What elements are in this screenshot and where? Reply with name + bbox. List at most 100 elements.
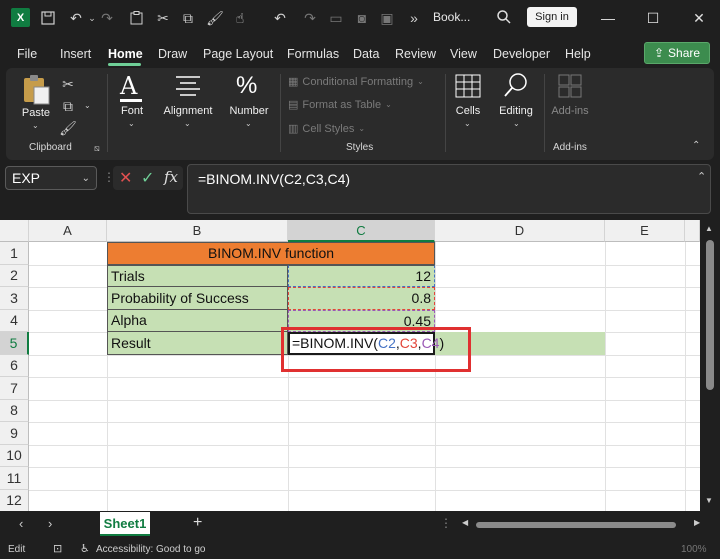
- scroll-down-icon[interactable]: ▼: [705, 496, 713, 505]
- save-icon[interactable]: [38, 8, 58, 28]
- title-bar: X ↶ ⌄ ↷ ✂ ⧉ 🖌 ☝ ↶ ↷ ▭ ◙ ▣ » Book... Sign…: [0, 0, 720, 36]
- cell-b4[interactable]: Alpha: [107, 309, 288, 332]
- paste-button[interactable]: Paste ⌄: [20, 74, 52, 130]
- tab-file[interactable]: File: [17, 47, 37, 61]
- row-header-1[interactable]: 1: [0, 242, 29, 265]
- row-header-12[interactable]: 12: [0, 489, 29, 511]
- tab-page-layout[interactable]: Page Layout: [203, 47, 273, 61]
- name-box[interactable]: EXP ⌄: [5, 166, 97, 190]
- tab-draw[interactable]: Draw: [158, 47, 187, 61]
- font-dropdown-icon: ⌄: [128, 119, 135, 128]
- clipboard-icon[interactable]: [126, 8, 146, 28]
- select-all-corner[interactable]: [0, 220, 29, 242]
- prev-sheet-icon[interactable]: ‹: [19, 516, 23, 531]
- minimize-icon[interactable]: —: [600, 10, 616, 26]
- tab-help[interactable]: Help: [565, 47, 591, 61]
- cut-icon[interactable]: ✂: [153, 8, 173, 28]
- search-icon[interactable]: [496, 9, 512, 30]
- touch-mode-icon[interactable]: ☝: [230, 8, 250, 28]
- sheet-tab-sheet1[interactable]: Sheet1: [100, 512, 150, 536]
- redo-icon-2[interactable]: ↷: [300, 8, 320, 28]
- row-header-11[interactable]: 11: [0, 467, 29, 490]
- vertical-scroll-thumb[interactable]: [706, 240, 714, 390]
- new-sheet-icon[interactable]: ▭: [326, 8, 346, 28]
- column-header-a[interactable]: A: [29, 220, 107, 242]
- tab-review[interactable]: Review: [395, 47, 436, 61]
- tab-data[interactable]: Data: [353, 47, 379, 61]
- copy-icon[interactable]: ⧉: [178, 8, 198, 28]
- format-painter-icon-ribbon[interactable]: 🖌: [58, 118, 78, 138]
- row-header-2[interactable]: 2: [0, 264, 29, 287]
- conditional-formatting-button[interactable]: ▦ Conditional Formatting ⌄: [288, 75, 424, 89]
- cut-icon-ribbon[interactable]: ✂: [58, 74, 78, 94]
- tab-formulas[interactable]: Formulas: [287, 47, 339, 61]
- row-header-4[interactable]: 4: [0, 309, 29, 332]
- accessibility-status[interactable]: Accessibility: Good to go: [96, 544, 206, 555]
- tab-view[interactable]: View: [450, 47, 477, 61]
- row-header-6[interactable]: 6: [0, 354, 29, 377]
- tab-insert[interactable]: Insert: [60, 47, 91, 61]
- ribbon-separator: [280, 74, 281, 152]
- tab-home[interactable]: Home: [108, 47, 143, 61]
- collapse-ribbon-icon[interactable]: ⌃: [692, 140, 700, 151]
- zoom-level[interactable]: 100%: [681, 544, 707, 555]
- column-header-c[interactable]: C: [288, 220, 435, 242]
- next-sheet-icon[interactable]: ›: [48, 516, 52, 531]
- scroll-right-icon[interactable]: ▶: [694, 518, 700, 527]
- row-header-8[interactable]: 8: [0, 399, 29, 422]
- clipboard-launcher-icon[interactable]: ⧅: [94, 143, 100, 154]
- paste-label: Paste: [21, 107, 51, 119]
- add-ins-button[interactable]: Add-ins: [548, 72, 592, 132]
- horizontal-scroll-thumb[interactable]: [476, 522, 676, 528]
- scroll-left-icon[interactable]: ◀: [462, 518, 468, 527]
- column-header-d[interactable]: D: [435, 220, 605, 242]
- row-header-9[interactable]: 9: [0, 422, 29, 445]
- ribbon-separator: [445, 74, 446, 152]
- sign-in-button[interactable]: Sign in: [527, 7, 577, 27]
- formula-input[interactable]: =BINOM.INV(C2,C3,C4): [187, 164, 711, 214]
- alignment-button[interactable]: Alignment ⌄: [160, 72, 216, 132]
- row-header-10[interactable]: 10: [0, 444, 29, 467]
- overflow-icon[interactable]: »: [404, 8, 424, 28]
- font-button[interactable]: A Font ⌄: [114, 72, 150, 132]
- editing-button[interactable]: Editing ⌄: [494, 72, 538, 132]
- undo-icon-2[interactable]: ↶: [270, 8, 290, 28]
- cell-b2[interactable]: Trials: [107, 264, 288, 287]
- insert-function-icon[interactable]: fx: [164, 168, 178, 186]
- tab-developer[interactable]: Developer: [493, 47, 550, 61]
- worksheet-grid[interactable]: A B C D E 1 2 3 4 5 6 7 8 9 10 11 12 BIN…: [0, 220, 700, 511]
- cell-styles-button[interactable]: ▥ Cell Styles ⌄: [288, 122, 365, 136]
- number-button[interactable]: % Number ⌄: [226, 72, 272, 132]
- add-ins-group-label: Add-ins: [553, 142, 587, 153]
- tab-split-handle-icon[interactable]: ⋮: [440, 516, 452, 530]
- close-icon[interactable]: ✕: [691, 10, 707, 26]
- redo-icon[interactable]: ↷: [97, 8, 117, 28]
- copy-icon-ribbon[interactable]: ⧉: [58, 96, 78, 116]
- share-button[interactable]: ⇪ Share: [644, 42, 710, 64]
- row-header-7[interactable]: 7: [0, 377, 29, 400]
- maximize-icon[interactable]: ☐: [645, 10, 661, 26]
- cancel-icon[interactable]: ✕: [119, 168, 132, 188]
- column-header-e[interactable]: E: [605, 220, 685, 242]
- column-header-b[interactable]: B: [107, 220, 288, 242]
- styles-group-label: Styles: [346, 142, 374, 153]
- camera-icon[interactable]: ◙: [352, 8, 372, 28]
- copy-dropdown-icon[interactable]: ⌄: [84, 101, 91, 110]
- format-painter-icon[interactable]: 🖌: [205, 8, 225, 28]
- cell-b3[interactable]: Probability of Success: [107, 287, 288, 310]
- add-sheet-button[interactable]: +: [193, 514, 202, 532]
- macro-record-icon[interactable]: ⊡: [53, 542, 62, 555]
- screenshot-icon[interactable]: ▣: [377, 8, 397, 28]
- cell-c3[interactable]: 0.8: [288, 287, 435, 310]
- row-header-3[interactable]: 3: [0, 287, 29, 310]
- cell-c2[interactable]: 12: [288, 264, 435, 287]
- scroll-up-icon[interactable]: ▲: [705, 224, 713, 233]
- row-header-5[interactable]: 5: [0, 332, 29, 355]
- cell-b1-title[interactable]: BINOM.INV function: [107, 242, 435, 265]
- enter-icon[interactable]: ✓: [141, 168, 154, 188]
- collapse-formula-bar-icon[interactable]: ⌃: [697, 170, 706, 183]
- format-as-table-button[interactable]: ▤ Format as Table ⌄: [288, 98, 392, 112]
- cell-b5[interactable]: Result: [107, 332, 288, 355]
- column-header-f[interactable]: [685, 220, 700, 242]
- cells-button[interactable]: Cells ⌄: [450, 72, 486, 132]
